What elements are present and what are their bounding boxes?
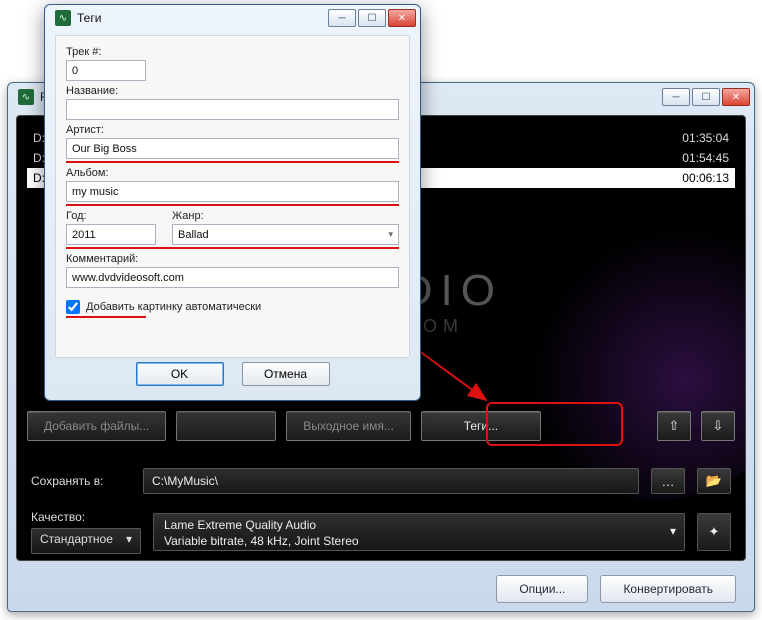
convert-button[interactable]: Конвертировать	[600, 575, 736, 603]
quality-label: Качество:	[31, 510, 131, 524]
track-time: 01:54:45	[682, 151, 729, 165]
quality-row: Качество: Стандартное Lame Extreme Quali…	[31, 510, 731, 554]
options-button[interactable]: Опции...	[496, 575, 588, 603]
genre-label: Жанр:	[172, 210, 399, 222]
name-label: Название:	[66, 85, 399, 97]
cancel-button[interactable]: Отмена	[242, 362, 330, 386]
tags-dialog: ∿ Теги ─ ☐ ✕ Трек #: Название: Артист: А…	[44, 4, 421, 401]
quality-wizard-button[interactable]: ✦	[697, 513, 731, 551]
trackno-label: Трек #:	[66, 46, 399, 58]
artist-label: Артист:	[66, 124, 399, 136]
minimize-button[interactable]: ─	[662, 88, 690, 106]
close-button[interactable]: ✕	[722, 88, 750, 106]
dialog-button-bar: OK Отмена	[45, 362, 420, 392]
bottom-bar: Опции... Конвертировать	[8, 567, 754, 611]
save-path-label: Сохранять в:	[31, 474, 131, 488]
output-name-button[interactable]: Выходное имя...	[286, 411, 411, 441]
annotation-underline	[66, 161, 399, 163]
comment-input[interactable]	[66, 267, 399, 288]
dialog-client: Трек #: Название: Артист: Альбом: Год: Ж…	[55, 35, 410, 358]
album-label: Альбом:	[66, 167, 399, 179]
save-path-input[interactable]	[143, 468, 639, 494]
year-label: Год:	[66, 210, 156, 222]
dialog-close-button[interactable]: ✕	[388, 9, 416, 27]
remove-button[interactable]	[176, 411, 276, 441]
dialog-title: Теги	[77, 11, 101, 25]
autoimage-row: Добавить картинку автоматически	[66, 300, 399, 314]
maximize-button[interactable]: ☐	[692, 88, 720, 106]
dialog-titlebar: ∿ Теги ─ ☐ ✕	[45, 5, 420, 31]
app-icon: ∿	[18, 89, 34, 105]
save-path-row: Сохранять в: … 📂	[31, 468, 731, 494]
genre-select[interactable]: Ballad	[172, 224, 399, 245]
autoimage-label[interactable]: Добавить картинку автоматически	[86, 301, 261, 313]
dialog-icon: ∿	[55, 10, 71, 26]
browse-button[interactable]: …	[651, 468, 685, 494]
add-files-button[interactable]: Добавить файлы...	[27, 411, 166, 441]
comment-label: Комментарий:	[66, 253, 399, 265]
trackno-input[interactable]	[66, 60, 146, 81]
toolbar-row: Добавить файлы... Выходное имя... Теги..…	[27, 409, 735, 443]
album-input[interactable]	[66, 181, 399, 202]
ok-button[interactable]: OK	[136, 362, 224, 386]
annotation-underline	[66, 247, 399, 249]
open-folder-button[interactable]: 📂	[697, 468, 731, 494]
dialog-minimize-button[interactable]: ─	[328, 9, 356, 27]
move-down-button[interactable]: ⇩	[701, 411, 735, 441]
quality-detail-select[interactable]: Lame Extreme Quality Audio Variable bitr…	[153, 513, 685, 551]
dialog-maximize-button[interactable]: ☐	[358, 9, 386, 27]
decor-glow	[505, 200, 746, 500]
autoimage-checkbox[interactable]	[66, 300, 80, 314]
move-up-button[interactable]: ⇧	[657, 411, 691, 441]
artist-input[interactable]	[66, 138, 399, 159]
annotation-underline	[66, 316, 146, 318]
track-time: 00:06:13	[682, 171, 729, 185]
tags-button[interactable]: Теги...	[421, 411, 541, 441]
year-input[interactable]	[66, 224, 156, 245]
track-time: 01:35:04	[682, 131, 729, 145]
name-input[interactable]	[66, 99, 399, 120]
quality-preset-select[interactable]: Стандартное	[31, 528, 141, 554]
